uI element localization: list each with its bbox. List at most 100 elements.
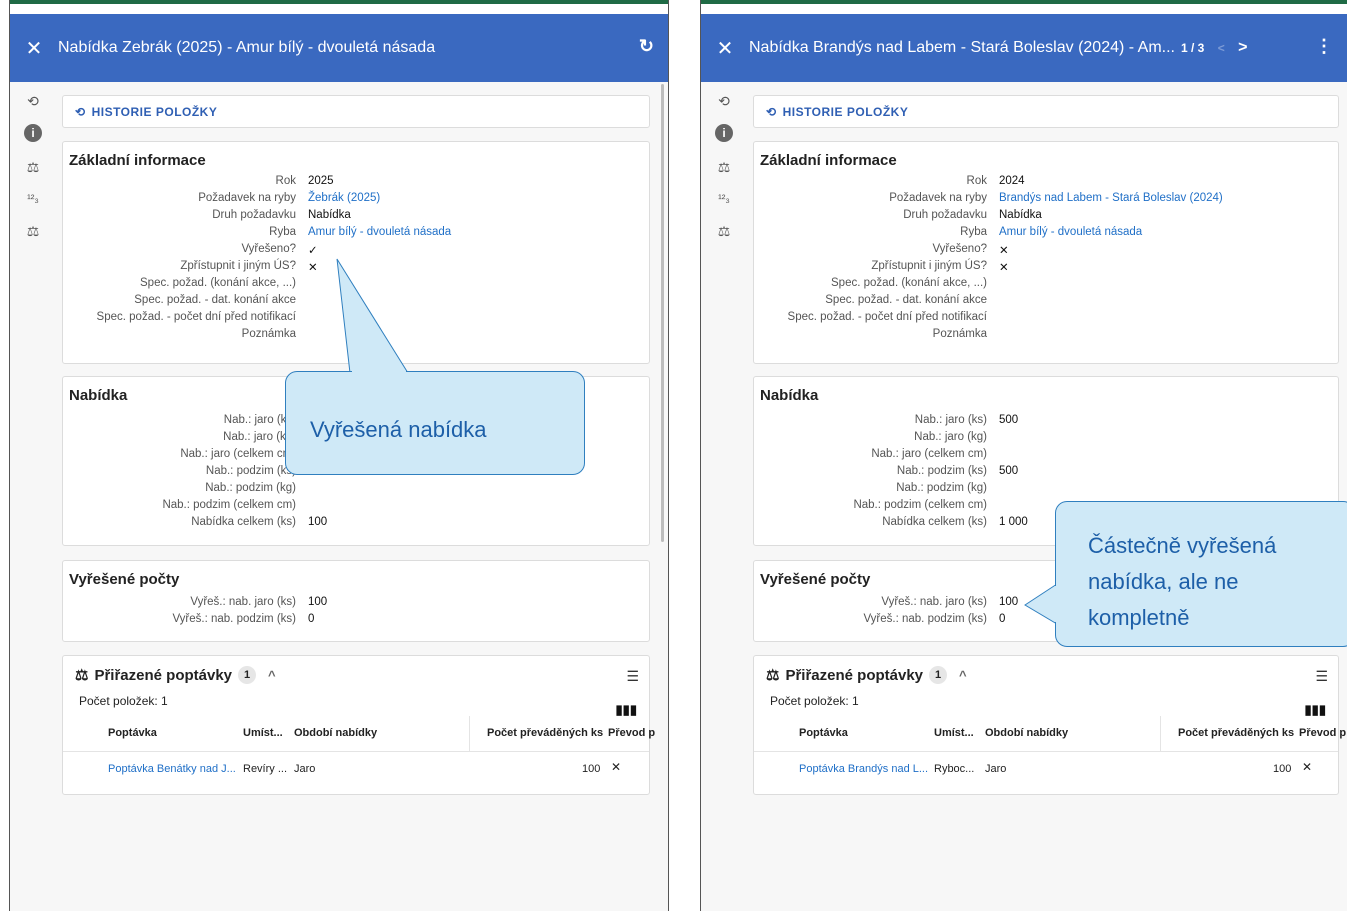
- chevron-up-icon[interactable]: ^: [268, 668, 276, 683]
- field-label: Zpřístupnit i jiným ÚS?: [180, 260, 296, 272]
- assigned-title: Přiřazené poptávky: [94, 666, 233, 684]
- field-row: Nab.: podzim (kg): [63, 482, 649, 499]
- chevron-right-icon[interactable]: >: [1238, 39, 1247, 56]
- col-header[interactable]: Počet převáděných ks: [1178, 727, 1294, 739]
- assigned-header: ⚖ Přiřazené poptávky 1 ^: [754, 656, 1338, 688]
- field-label: Nab.: jaro (celkem cm): [180, 448, 296, 460]
- field-row: Vyřešeno? ✕: [754, 243, 1338, 260]
- history-icon[interactable]: ⟲: [24, 92, 42, 110]
- col-header[interactable]: Převod p: [1299, 727, 1346, 739]
- table-row[interactable]: Poptávka Benátky nad J... Revíry ... Jar…: [63, 752, 649, 786]
- detail-panel-right: ✕ Nabídka Brandýs nad Labem - Stará Bole…: [700, 0, 1347, 911]
- field-row: Spec. požad. - dat. konání akce: [754, 294, 1338, 311]
- field-label: Poznámka: [241, 328, 296, 340]
- field-row: Rok 2024: [754, 175, 1338, 192]
- field-label: Vyřeš.: nab. jaro (ks): [881, 596, 987, 608]
- field-row: Poznámka: [754, 328, 1338, 345]
- field-label: Vyřeš.: nab. jaro (ks): [190, 596, 296, 608]
- field-value: 1 000: [999, 516, 1028, 528]
- list-icon[interactable]: ☰: [1315, 668, 1328, 685]
- assign-icon[interactable]: ⚖: [715, 222, 733, 240]
- numbers-icon[interactable]: ¹²₃: [715, 190, 733, 208]
- assign-icon[interactable]: ⚖: [24, 222, 42, 240]
- col-header[interactable]: Období nabídky: [985, 727, 1068, 739]
- history-button[interactable]: ⟲ HISTORIE POLOŽKY: [62, 95, 650, 128]
- request-link[interactable]: Poptávka Brandýs nad L...: [799, 763, 928, 775]
- panel-title: Nabídka Zebrák (2025) - Amur bílý - dvou…: [58, 39, 436, 56]
- chevron-left-icon[interactable]: <: [1218, 41, 1225, 55]
- col-header[interactable]: Umíst...: [934, 727, 974, 739]
- field-label: Nab.: podzim (celkem cm): [853, 499, 987, 511]
- field-row: Vyřeš.: nab. podzim (ks) 0: [63, 613, 649, 630]
- basic-info-title: Základní informace: [69, 152, 206, 169]
- solved-title: Vyřešené počty: [69, 571, 180, 588]
- info-icon[interactable]: i: [715, 124, 733, 142]
- assigned-title: Přiřazené poptávky: [785, 666, 924, 684]
- detail-panel-left: ✕ Nabídka Zebrák (2025) - Amur bílý - dv…: [9, 0, 669, 911]
- field-label: Spec. požad. - dat. konání akce: [134, 294, 296, 306]
- field-value: 500: [999, 465, 1019, 477]
- count-cell: 100: [1273, 763, 1292, 775]
- close-icon: ✕: [1302, 760, 1313, 774]
- close-icon[interactable]: ✕: [10, 36, 58, 61]
- numbers-icon[interactable]: ¹²₃: [24, 190, 42, 208]
- history-icon[interactable]: ⟲: [715, 92, 733, 110]
- assigned-card: ⚖ Přiřazené poptávky 1 ^ ☰ ▮▮▮ Počet pol…: [753, 655, 1346, 795]
- assign-icon: ⚖: [75, 667, 89, 684]
- field-row: Spec. požad. - počet dní před notifikací: [63, 311, 649, 328]
- top-strip: [10, 0, 668, 14]
- scale-icon[interactable]: ⚖: [715, 158, 733, 176]
- location-cell: Ryboc...: [934, 763, 975, 775]
- col-header[interactable]: Poptávka: [799, 727, 848, 739]
- count-badge: 1: [238, 666, 257, 684]
- list-icon[interactable]: ☰: [626, 668, 639, 685]
- field-label: Vyřešeno?: [241, 243, 296, 255]
- callout-note: Vyřešená nabídka: [285, 371, 585, 475]
- table-row[interactable]: Poptávka Brandýs nad L... Ryboc... Jaro …: [754, 752, 1338, 786]
- request-link[interactable]: Poptávka Benátky nad J...: [108, 763, 236, 775]
- solved-card: Vyřešené počty Vyřeš.: nab. jaro (ks) 100…: [62, 560, 650, 642]
- item-count: Počet položek: 1: [770, 694, 859, 708]
- panel-header: ✕ Nabídka Brandýs nad Labem - Stará Bole…: [701, 14, 1347, 82]
- field-label: Spec. požad. (konání akce, ...): [831, 277, 987, 289]
- location-cell: Revíry ...: [243, 763, 288, 775]
- field-label: Vyřeš.: nab. podzim (ks): [172, 613, 296, 625]
- info-icon[interactable]: i: [24, 124, 42, 142]
- history-icon: ⟲: [75, 104, 86, 119]
- history-button[interactable]: ⟲ HISTORIE POLOŽKY: [753, 95, 1339, 128]
- col-header[interactable]: Období nabídky: [294, 727, 377, 739]
- field-value[interactable]: Žebrák (2025): [308, 192, 380, 204]
- more-icon[interactable]: ⋮: [1315, 36, 1333, 57]
- basic-info-title: Základní informace: [760, 152, 897, 169]
- scrollbar[interactable]: [661, 84, 664, 542]
- col-header[interactable]: Počet převáděných ks: [487, 727, 603, 739]
- field-row: Nabídka celkem (ks) 100: [63, 516, 649, 533]
- field-label: Požadavek na ryby: [198, 192, 296, 204]
- field-row: Nab.: podzim (kg): [754, 482, 1338, 499]
- field-label: Nab.: jaro (kg): [914, 431, 987, 443]
- field-value[interactable]: Brandýs nad Labem - Stará Boleslav (2024…: [999, 192, 1223, 204]
- field-value[interactable]: Amur bílý - dvouletá násada: [999, 226, 1142, 238]
- col-header[interactable]: Poptávka: [108, 727, 157, 739]
- field-label: Vyřešeno?: [932, 243, 987, 255]
- scale-icon[interactable]: ⚖: [24, 158, 42, 176]
- field-row: Požadavek na ryby Žebrák (2025): [63, 192, 649, 209]
- field-label: Druh požadavku: [903, 209, 987, 221]
- field-row: Spec. požad. (konání akce, ...): [63, 277, 649, 294]
- field-label: Druh požadavku: [212, 209, 296, 221]
- field-value[interactable]: Amur bílý - dvouletá násada: [308, 226, 451, 238]
- field-value: 0: [308, 613, 315, 625]
- close-icon[interactable]: ✕: [701, 36, 749, 61]
- refresh-icon[interactable]: ↻: [639, 36, 654, 57]
- assigned-header: ⚖ Přiřazené poptávky 1 ^: [63, 656, 649, 688]
- col-header[interactable]: Umíst...: [243, 727, 283, 739]
- col-header[interactable]: Převod p: [608, 727, 655, 739]
- field-row: Nab.: jaro (kg): [754, 431, 1338, 448]
- field-label: Poznámka: [932, 328, 987, 340]
- callout-line: kompletně: [1088, 605, 1190, 630]
- pager: 1 / 3 < >: [1181, 39, 1247, 57]
- field-label: Ryba: [269, 226, 296, 238]
- item-count: Počet položek: 1: [79, 694, 168, 708]
- chevron-up-icon[interactable]: ^: [959, 668, 967, 683]
- field-row: Nab.: podzim (celkem cm): [63, 499, 649, 516]
